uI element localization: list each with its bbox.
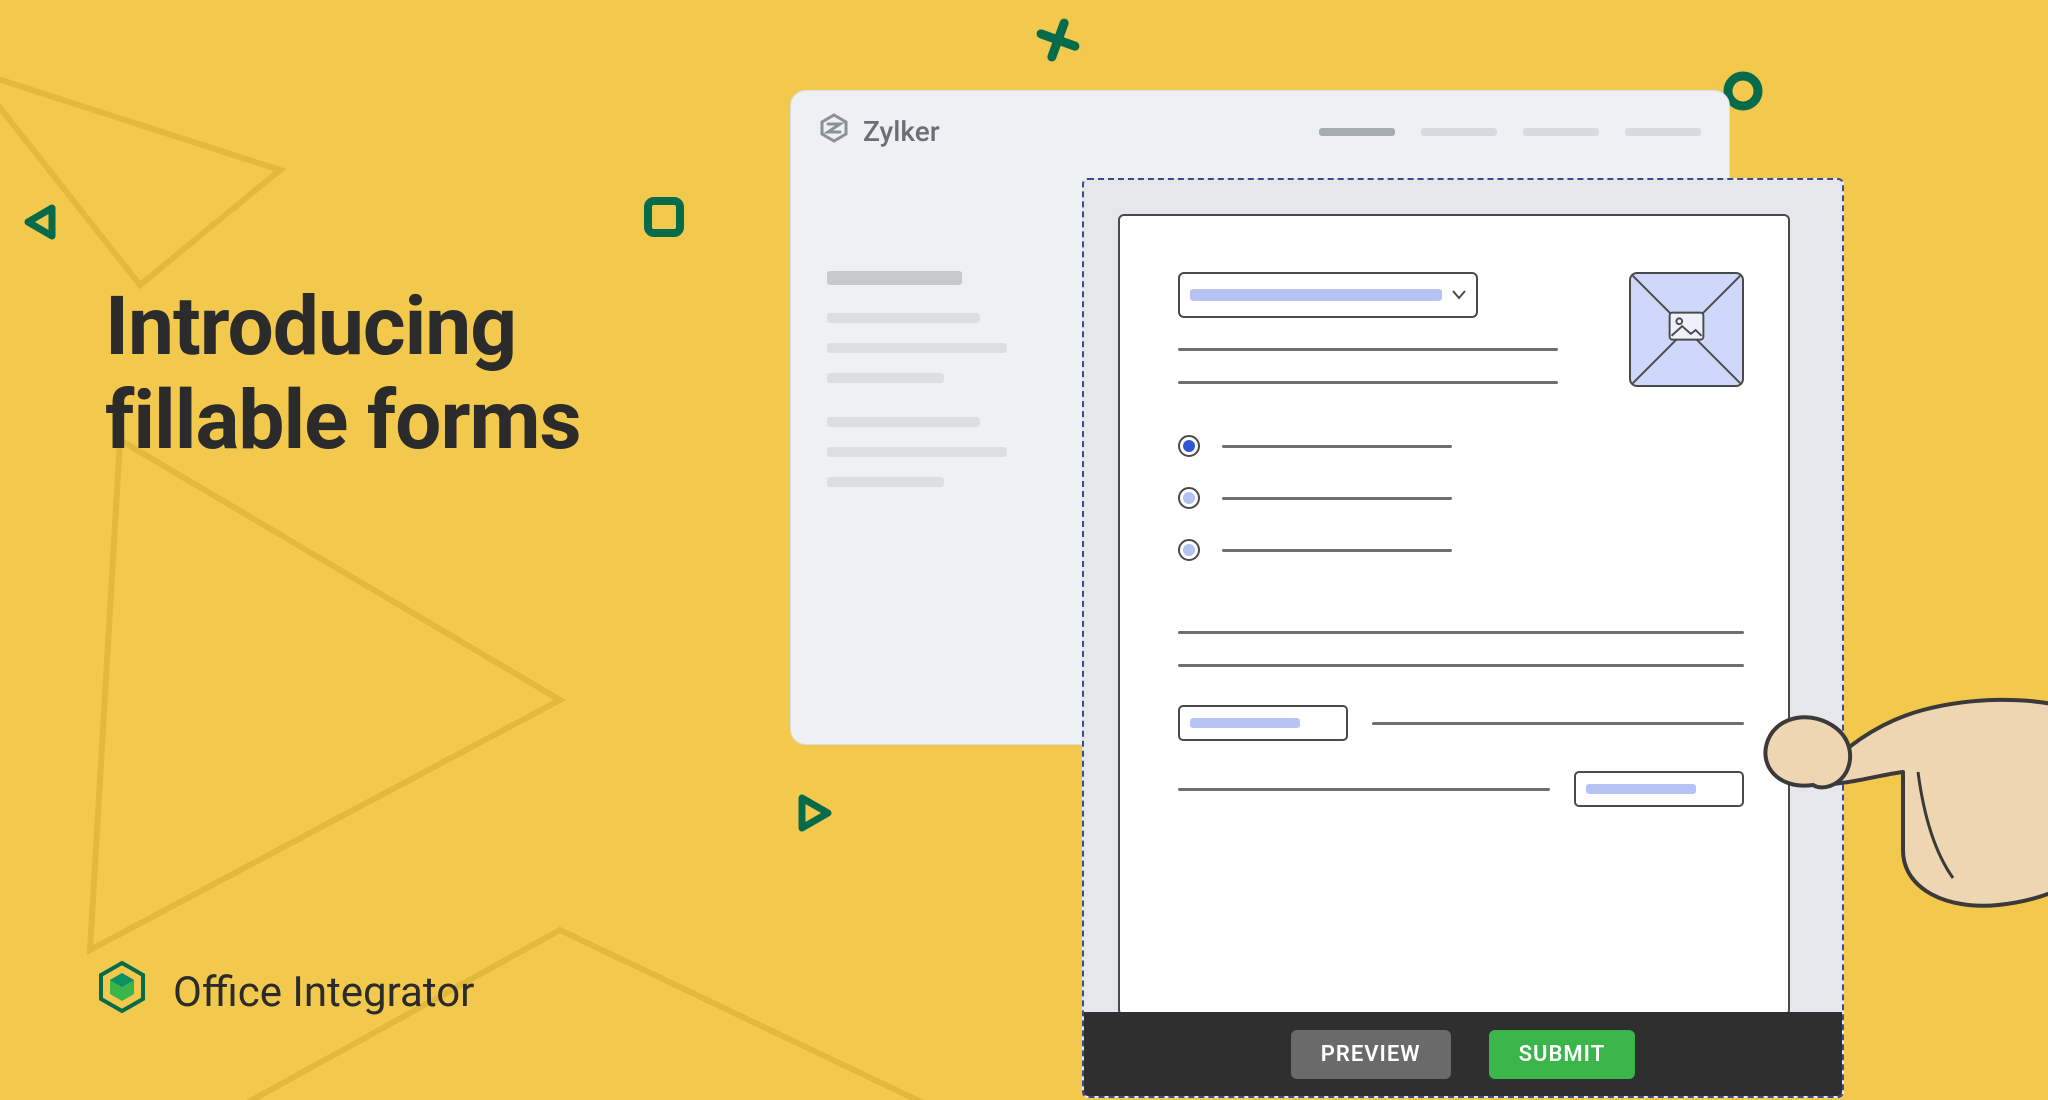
mock-tab — [1523, 128, 1599, 136]
form-text-line — [1372, 722, 1744, 725]
text-field-value — [1586, 784, 1696, 794]
chevron-down-icon — [1450, 286, 1468, 304]
square-small-icon — [642, 195, 686, 239]
mock-tab — [1625, 128, 1701, 136]
bg-triangle-big — [60, 430, 600, 970]
mock-tab — [1421, 128, 1497, 136]
office-integrator-logo-icon — [95, 960, 149, 1025]
bg-polyline-top-left — [0, 40, 380, 300]
brand-footer-text: Office Integrator — [173, 968, 474, 1017]
mock-side-text — [827, 271, 1007, 507]
dropdown-value-placeholder — [1190, 289, 1442, 301]
radio-icon — [1178, 539, 1200, 561]
mock-app-brand-label: Zylker — [863, 115, 940, 148]
brand-footer: Office Integrator — [95, 960, 474, 1025]
mock-tabs — [1319, 128, 1701, 136]
form-text-line — [1178, 788, 1550, 791]
form-action-bar: PREVIEW SUBMIT — [1084, 1012, 1842, 1096]
headline: Introducing fillable forms — [105, 280, 581, 469]
radio-option[interactable] — [1178, 539, 1744, 561]
form-text-line — [1178, 381, 1558, 384]
mock-side-line — [827, 313, 980, 323]
illustration-stage: Zylker — [730, 60, 1990, 1060]
radio-icon — [1178, 435, 1200, 457]
mock-side-line — [827, 373, 944, 383]
radio-icon — [1178, 487, 1200, 509]
form-dropdown[interactable] — [1178, 272, 1478, 318]
hand-illustration-icon — [1718, 600, 2048, 940]
headline-line-2: fillable forms — [105, 374, 581, 468]
submit-button[interactable]: SUBMIT — [1489, 1030, 1636, 1079]
mock-side-line — [827, 343, 1007, 353]
zylker-logo-icon — [819, 113, 849, 150]
radio-option[interactable] — [1178, 435, 1744, 457]
triangle-left-icon — [20, 200, 64, 244]
image-placeholder[interactable] — [1629, 272, 1744, 387]
mock-tab — [1319, 128, 1395, 136]
radio-group — [1178, 435, 1744, 561]
radio-option-label — [1222, 497, 1452, 500]
headline-line-1: Introducing — [105, 280, 581, 374]
form-document — [1118, 214, 1790, 1016]
mock-side-line — [827, 417, 980, 427]
mock-side-heading — [827, 271, 962, 285]
preview-button[interactable]: PREVIEW — [1291, 1030, 1451, 1079]
radio-option-label — [1222, 445, 1452, 448]
text-field-value — [1190, 718, 1300, 728]
mock-side-line — [827, 477, 944, 487]
radio-option-label — [1222, 549, 1452, 552]
mock-app-brand: Zylker — [819, 113, 940, 150]
mock-side-line — [827, 447, 1007, 457]
form-text-field[interactable] — [1178, 705, 1348, 741]
radio-option[interactable] — [1178, 487, 1744, 509]
